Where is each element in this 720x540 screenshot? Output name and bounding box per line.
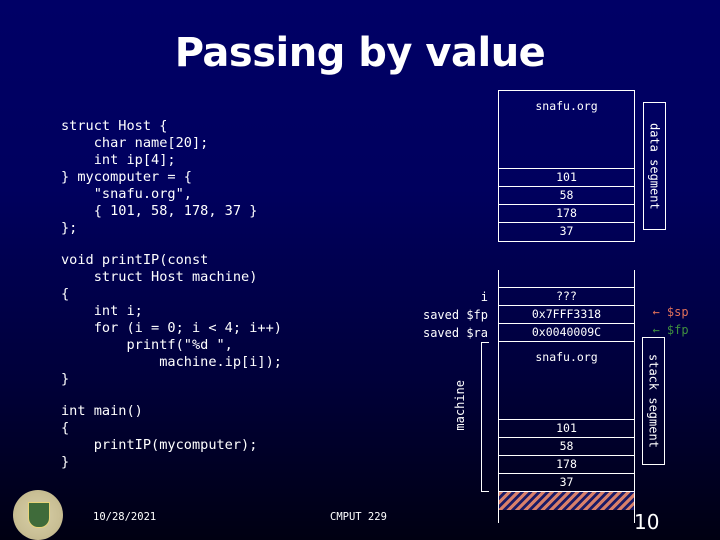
stack-name-value: snafu.org	[535, 350, 598, 364]
stack-i-value: ???	[556, 289, 577, 303]
data-ip-cell: 37	[499, 223, 634, 241]
stack-segment-label: stack segment	[646, 354, 661, 448]
stack-ip-value: 178	[556, 457, 577, 471]
stack-saved-fp-value: 0x7FFF3318	[531, 307, 602, 321]
data-name-cell: snafu.org	[499, 91, 634, 169]
crest-shield-icon	[28, 502, 50, 528]
data-ip-cell: 58	[499, 187, 634, 205]
fp-pointer: ← $fp	[638, 309, 689, 337]
stack-ip-value: 58	[559, 439, 574, 453]
stack-label-saved-fp: saved $fp	[422, 308, 488, 322]
stack-ip-value: 101	[556, 421, 577, 435]
fp-pointer-label: ← $fp	[652, 323, 689, 337]
stack-ip-cell: 37	[499, 474, 634, 492]
footer-date: 10/28/2021	[93, 511, 157, 523]
machine-label-wrap: machine	[452, 370, 468, 440]
stack-label-i: i	[480, 290, 488, 304]
machine-bracket	[481, 342, 489, 492]
stack-empty-cell	[499, 270, 634, 288]
stack-name-cell: snafu.org	[499, 342, 634, 420]
stack-saved-fp-cell: 0x7FFF3318	[499, 306, 634, 324]
stack-unused-hatched-cell	[499, 492, 634, 510]
stack-saved-ra-cell: 0x0040009C	[499, 324, 634, 342]
data-ip-value: 37	[559, 224, 574, 238]
data-ip-value: 58	[559, 188, 574, 202]
data-ip-value: 101	[556, 170, 577, 184]
data-segment-label-box: data segment	[643, 102, 666, 230]
stack-label-saved-ra: saved $ra	[422, 326, 488, 340]
code-printip-function: void printIP(const struct Host machine) …	[61, 252, 282, 387]
data-ip-cell: 178	[499, 205, 634, 223]
slide-title: Passing by value	[174, 30, 546, 76]
stack-segment-label-box: stack segment	[642, 337, 665, 465]
machine-label: machine	[453, 379, 467, 431]
stack-segment-memory: ??? 0x7FFF3318 0x0040009C snafu.org 101 …	[498, 270, 635, 523]
stack-saved-ra-value: 0x0040009C	[531, 325, 602, 339]
data-segment-memory: snafu.org 101 58 178 37	[498, 90, 635, 242]
data-ip-cell: 101	[499, 169, 634, 187]
data-segment-label: data segment	[647, 122, 662, 210]
page-number: 10	[634, 510, 660, 534]
code-struct-definition: struct Host { char name[20]; int ip[4]; …	[61, 118, 258, 236]
university-crest-logo	[13, 490, 63, 540]
stack-i-cell: ???	[499, 288, 634, 306]
stack-ip-cell: 101	[499, 420, 634, 438]
code-main-function: int main() { printIP(mycomputer); }	[61, 403, 258, 470]
footer-course: CMPUT 229	[330, 511, 387, 523]
data-name-value: snafu.org	[535, 99, 598, 113]
data-ip-value: 178	[556, 206, 577, 220]
stack-ip-value: 37	[559, 475, 574, 489]
stack-ip-cell: 178	[499, 456, 634, 474]
stack-ip-cell: 58	[499, 438, 634, 456]
